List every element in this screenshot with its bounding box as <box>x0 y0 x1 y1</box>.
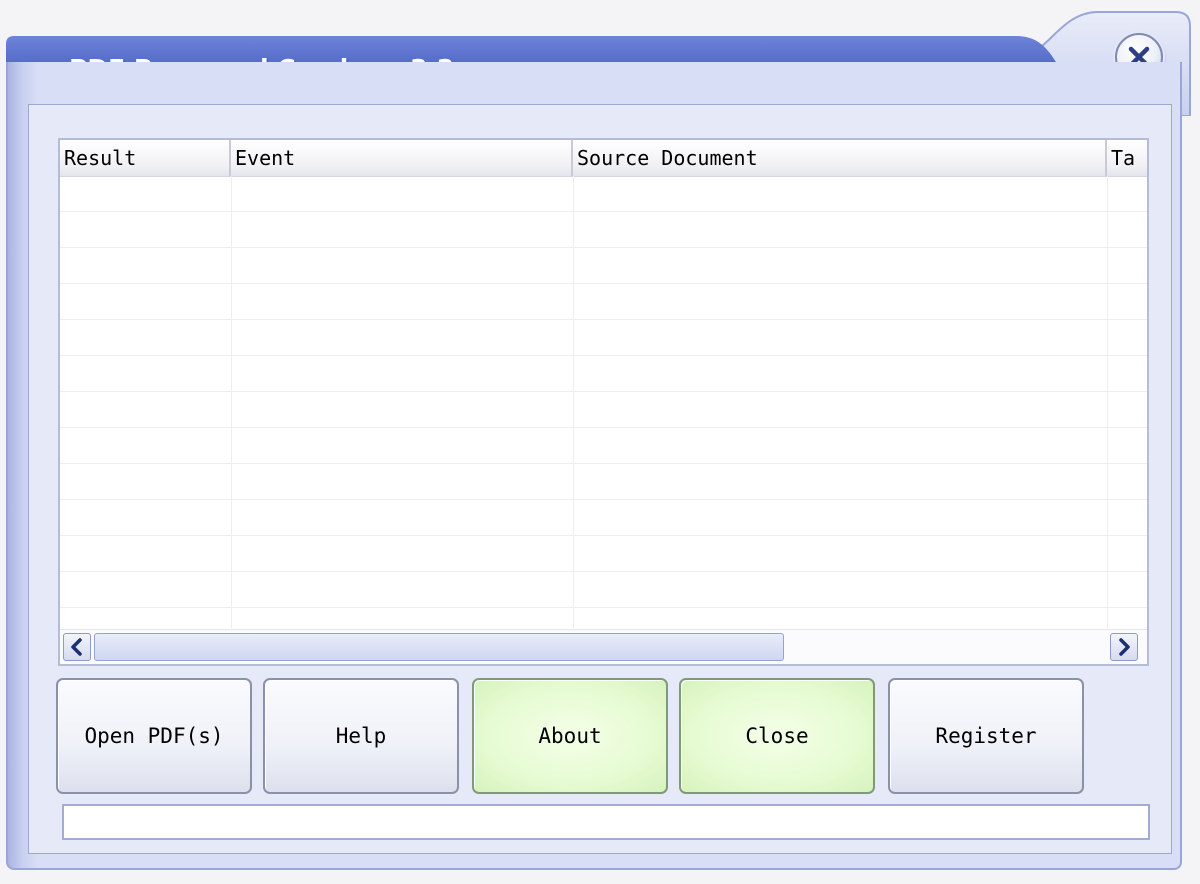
app-window: PDF Password Cracker v3.2 Result Event S… <box>6 6 1192 876</box>
chevron-left-icon[interactable] <box>63 633 91 661</box>
list-item <box>60 428 1147 464</box>
scrollbar-thumb[interactable] <box>94 633 784 661</box>
column-divider <box>573 176 574 628</box>
listview-body[interactable] <box>60 176 1147 628</box>
list-item <box>60 248 1147 284</box>
column-header-result[interactable]: Result <box>60 140 231 176</box>
register-button[interactable]: Register <box>888 678 1084 794</box>
list-item <box>60 464 1147 500</box>
list-item <box>60 392 1147 428</box>
column-header-target[interactable]: Ta <box>1107 140 1147 176</box>
open-pdf-button[interactable]: Open PDF(s) <box>56 678 252 794</box>
column-divider <box>231 176 232 628</box>
horizontal-scrollbar[interactable] <box>60 629 1147 664</box>
column-header-event[interactable]: Event <box>231 140 573 176</box>
list-item <box>60 320 1147 356</box>
chevron-right-icon[interactable] <box>1110 633 1138 661</box>
about-button[interactable]: About <box>472 678 668 794</box>
list-item <box>60 536 1147 572</box>
status-bar <box>62 804 1150 840</box>
list-item <box>60 500 1147 536</box>
close-button[interactable]: Close <box>679 678 875 794</box>
column-divider <box>1107 176 1108 628</box>
list-item <box>60 284 1147 320</box>
list-item <box>60 176 1147 212</box>
list-item <box>60 212 1147 248</box>
list-item <box>60 356 1147 392</box>
help-button[interactable]: Help <box>263 678 459 794</box>
results-listview[interactable]: Result Event Source Document Ta <box>58 138 1149 666</box>
listview-header: Result Event Source Document Ta <box>60 140 1147 177</box>
column-header-source-document[interactable]: Source Document <box>573 140 1107 176</box>
list-item <box>60 572 1147 608</box>
